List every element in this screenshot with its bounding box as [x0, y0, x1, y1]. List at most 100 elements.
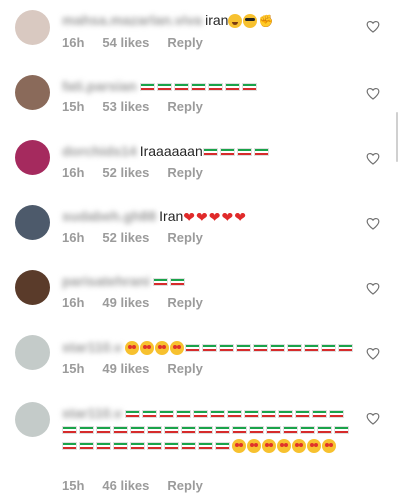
iran-flag-icon — [209, 410, 225, 419]
reply-button[interactable]: Reply — [167, 478, 202, 493]
iran-flag-icon — [241, 83, 257, 92]
scrollbar[interactable] — [396, 112, 398, 162]
like-heart-icon[interactable] — [366, 217, 380, 230]
likes-count[interactable]: 53 likes — [102, 99, 149, 114]
iran-flag-icon — [96, 426, 111, 435]
hearteyes-face-icon — [154, 341, 169, 356]
avatar[interactable] — [15, 75, 50, 110]
likes-count[interactable]: 52 likes — [102, 230, 149, 245]
iran-flag-icon — [173, 83, 189, 92]
iran-flag-icon — [201, 344, 217, 353]
timestamp: 16h — [62, 35, 85, 50]
like-heart-icon[interactable] — [366, 412, 380, 425]
avatar[interactable] — [15, 270, 50, 305]
iran-flag-icon — [249, 426, 264, 435]
iran-flag-icon — [243, 410, 259, 419]
avatar[interactable] — [15, 205, 50, 240]
iran-flag-icon — [147, 426, 162, 435]
reply-button[interactable]: Reply — [167, 35, 202, 50]
iran-flag-icon — [175, 410, 191, 419]
comment-meta: 16h 52 likes Reply — [62, 165, 221, 180]
iran-flag-icon — [190, 83, 206, 92]
iran-flag-icon — [62, 426, 77, 435]
username[interactable]: star110.v — [62, 405, 122, 421]
iran-flag-icon — [164, 426, 179, 435]
iran-flag-icon — [232, 426, 247, 435]
hearteyes-face-icon — [322, 439, 336, 454]
iran-flag-icon — [219, 148, 235, 157]
iran-flag-icon — [337, 344, 353, 353]
comment-meta: 16h 49 likes Reply — [62, 295, 221, 310]
iran-flag-icon — [169, 278, 185, 287]
iran-flag-icon — [139, 83, 155, 92]
likes-count[interactable]: 49 likes — [102, 295, 149, 310]
red-heart-icon: ❤ — [221, 209, 234, 226]
timestamp: 16h — [62, 230, 85, 245]
iran-flag-icon — [202, 148, 218, 157]
reply-button[interactable]: Reply — [167, 361, 202, 376]
iran-flag-icon — [124, 410, 140, 419]
comment-text: fati.parsian — [62, 78, 357, 94]
comment-body: Iran — [159, 208, 184, 224]
likes-count[interactable]: 54 likes — [102, 35, 149, 50]
like-heart-icon[interactable] — [366, 20, 380, 33]
iran-flag-icon — [215, 426, 230, 435]
avatar[interactable] — [15, 402, 50, 437]
iran-flag-icon — [236, 148, 252, 157]
iran-flag-icon — [334, 426, 349, 435]
hearteyes-face-icon — [169, 341, 184, 356]
reply-button[interactable]: Reply — [167, 295, 202, 310]
avatar[interactable] — [15, 335, 50, 370]
red-heart-icon: ❤ — [234, 209, 246, 226]
username[interactable]: star110.v — [62, 339, 122, 355]
iran-flag-icon — [311, 410, 327, 419]
iran-flag-icon — [158, 410, 174, 419]
avatar[interactable] — [15, 140, 50, 175]
iran-flag-icon — [286, 344, 302, 353]
comment-text: star110.v — [62, 339, 357, 356]
iran-flag-icon — [207, 83, 223, 92]
like-heart-icon[interactable] — [366, 347, 380, 360]
likes-count[interactable]: 52 likes — [102, 165, 149, 180]
username[interactable]: mahsa.mazarlan.viva — [62, 12, 202, 28]
flexed-arm-icon: ✊ — [258, 14, 274, 29]
comment-text: parisatehrani — [62, 273, 357, 289]
iran-flag-icon — [317, 426, 332, 435]
comment-meta: 16h 52 likes Reply — [62, 230, 221, 245]
avatar[interactable] — [15, 10, 50, 45]
iran-flag-icon — [184, 344, 200, 353]
like-heart-icon[interactable] — [366, 87, 380, 100]
iran-flag-icon — [266, 426, 281, 435]
iran-flag-icon — [269, 344, 285, 353]
comment-body: Iraaaaaan — [139, 143, 203, 159]
reply-button[interactable]: Reply — [167, 230, 202, 245]
iran-flag-icon — [215, 442, 230, 451]
hearteyes-face-icon — [292, 439, 306, 454]
timestamp: 16h — [62, 295, 85, 310]
iran-flag-icon — [156, 83, 172, 92]
reply-button[interactable]: Reply — [167, 165, 202, 180]
iran-flag-icon — [96, 442, 111, 451]
likes-count[interactable]: 49 likes — [102, 361, 149, 376]
comment-meta: 15h 49 likes Reply — [62, 361, 221, 376]
hearteyes-face-icon — [247, 439, 261, 454]
username[interactable]: dorchids14 — [62, 143, 137, 159]
likes-count[interactable]: 46 likes — [102, 478, 149, 493]
username[interactable]: sudabeh.gh88 — [62, 208, 156, 224]
like-heart-icon[interactable] — [366, 152, 380, 165]
iran-flag-icon — [320, 344, 336, 353]
username[interactable]: parisatehrani — [62, 273, 150, 289]
timestamp: 15h — [62, 478, 85, 493]
comment-text: sudabeh.gh88 Iran❤❤❤❤❤ — [62, 208, 357, 225]
timestamp: 15h — [62, 361, 85, 376]
iran-flag-icon — [152, 278, 168, 287]
like-heart-icon[interactable] — [366, 282, 380, 295]
iran-flag-icon — [226, 410, 242, 419]
iran-flag-icon — [181, 426, 196, 435]
iran-flag-icon — [253, 148, 269, 157]
iran-flag-icon — [164, 442, 179, 451]
reply-button[interactable]: Reply — [167, 99, 202, 114]
comment-text: mahsa.mazarlan.viva iran ✊ — [62, 12, 357, 29]
username[interactable]: fati.parsian — [62, 78, 137, 94]
comment-meta: 15h 46 likes Reply — [62, 478, 221, 493]
